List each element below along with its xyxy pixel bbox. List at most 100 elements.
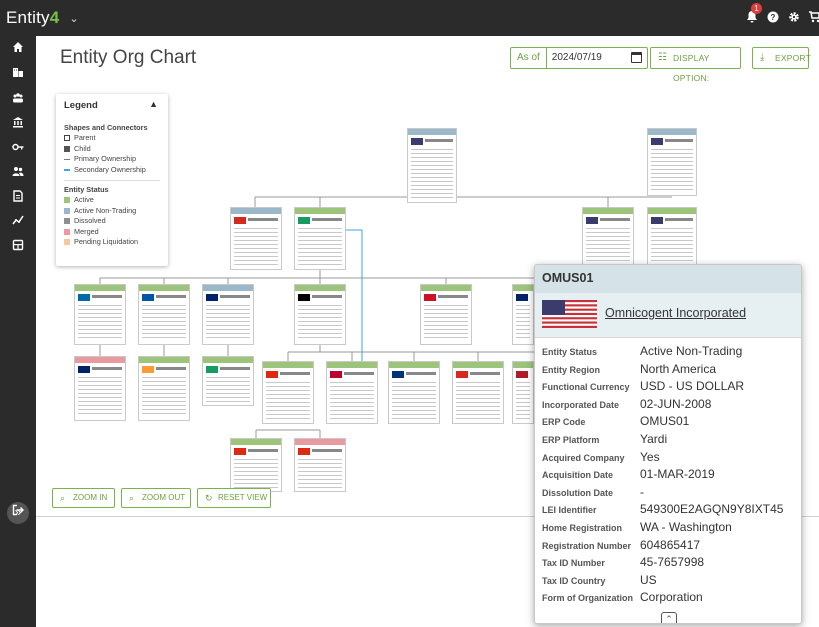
- legend-status-label: Pending Liquidation: [74, 237, 139, 246]
- popup-field-row: Tax ID Number 45-7657998: [542, 555, 801, 573]
- gear-icon[interactable]: [788, 11, 800, 26]
- key-icon[interactable]: [0, 141, 36, 156]
- logout-icon[interactable]: [0, 504, 36, 519]
- bell-icon[interactable]: 1: [746, 3, 762, 26]
- org-chart-node[interactable]: [512, 361, 534, 424]
- zoom-out-button[interactable]: ⌕ ZOOM OUT: [121, 488, 191, 508]
- brand-number: 4: [49, 8, 60, 27]
- popup-field-value: -: [640, 484, 644, 499]
- as-of-date-input[interactable]: 2024/07/19: [547, 48, 647, 68]
- people-icon[interactable]: [0, 165, 36, 180]
- brand-logo[interactable]: Entity4: [6, 8, 59, 28]
- popup-field-label: Incorporated Date: [542, 399, 620, 410]
- org-chart-node[interactable]: [262, 361, 314, 424]
- zoom-in-button[interactable]: ⌕ ZOOM IN: [52, 488, 115, 508]
- sliders-icon: ☷: [658, 52, 668, 63]
- help-icon[interactable]: ?: [767, 11, 779, 26]
- popup-field-value: 01-MAR-2019: [640, 467, 715, 482]
- popup-field-value: 02-JUN-2008: [640, 396, 712, 411]
- popup-entity-name-link[interactable]: Omnicogent Incorporated: [605, 306, 746, 320]
- org-chart-node[interactable]: [326, 361, 378, 424]
- org-chart-node[interactable]: [202, 284, 254, 345]
- node-details: [206, 377, 250, 402]
- node-status-bar: [453, 362, 503, 368]
- org-chart-node[interactable]: [407, 128, 457, 203]
- popup-field-value: 604865417: [640, 537, 701, 552]
- home-icon[interactable]: [0, 41, 36, 56]
- legend-status-item: Dissolved: [64, 216, 160, 227]
- node-name: [438, 295, 468, 298]
- node-flag-icon: [234, 448, 246, 455]
- org-chart-node[interactable]: [420, 284, 472, 345]
- org-chart-node[interactable]: [202, 356, 254, 406]
- node-status-bar: [139, 285, 189, 291]
- child-swatch-icon: [64, 145, 70, 152]
- node-status-bar: [389, 362, 439, 368]
- org-chart-node[interactable]: [230, 207, 282, 270]
- org-chart-node[interactable]: [512, 284, 534, 345]
- legend-status-item: Active: [64, 195, 160, 206]
- org-chart-node[interactable]: [138, 284, 190, 345]
- org-chart-node[interactable]: [647, 128, 697, 196]
- legend-status-label: Dissolved: [74, 216, 106, 225]
- org-chart-icon[interactable]: [0, 92, 36, 107]
- org-chart-node[interactable]: [294, 207, 346, 270]
- node-name: [92, 367, 122, 370]
- node-details: [392, 382, 436, 420]
- node-details: [78, 377, 122, 417]
- export-button[interactable]: ⤓ EXPORT: [752, 47, 811, 69]
- chevron-up-icon[interactable]: ▲: [149, 99, 158, 109]
- popup-field-value: WA - Washington: [640, 519, 732, 534]
- node-flag-icon: [586, 217, 598, 224]
- popup-field-label: ERP Platform: [542, 434, 600, 445]
- buildings-icon[interactable]: [0, 66, 36, 81]
- legend-child: Child: [64, 144, 160, 155]
- bank-icon[interactable]: [0, 116, 36, 131]
- node-status-bar: [648, 129, 696, 135]
- org-chart-node[interactable]: [230, 438, 282, 492]
- svg-text:?: ?: [771, 13, 776, 22]
- popup-field-label: Entity Status: [542, 347, 598, 357]
- popup-field-label: Dissolution Date: [542, 487, 614, 498]
- org-chart-node[interactable]: [388, 361, 440, 424]
- node-name: [312, 449, 342, 452]
- org-chart-node[interactable]: [647, 207, 697, 267]
- node-name: [406, 372, 436, 375]
- popup-field-label: Form of Organization: [542, 593, 633, 604]
- org-chart-node[interactable]: [294, 438, 346, 492]
- zoom-in-icon: ⌕: [60, 493, 66, 503]
- reset-view-button[interactable]: ↻ RESET VIEW: [197, 488, 271, 508]
- entity-detail-popup: OMUS01 Omnicogent Incorporated Entity St…: [534, 264, 802, 624]
- reset-icon: ↻: [205, 493, 213, 503]
- as-of-date-value: 2024/07/19: [551, 52, 602, 63]
- node-name: [312, 218, 342, 221]
- app-switcher-caret-icon[interactable]: ⌄: [69, 12, 78, 25]
- node-status-bar: [203, 357, 253, 363]
- analytics-icon[interactable]: [0, 214, 36, 229]
- popup-field-row: Functional Currency USD - US DOLLAR: [542, 379, 801, 397]
- node-name: [312, 295, 342, 298]
- legend-status-heading: Entity Status: [64, 185, 109, 194]
- node-name: [248, 218, 278, 221]
- org-chart-node[interactable]: [582, 207, 634, 270]
- download-icon: ⤓: [760, 52, 765, 63]
- legend-child-label: Child: [74, 143, 91, 153]
- document-icon[interactable]: [0, 190, 36, 205]
- as-of-date-picker[interactable]: As of 2024/07/19: [510, 47, 648, 69]
- expand-details-icon[interactable]: ⌃: [661, 612, 677, 623]
- top-icons: 1 ?: [746, 0, 819, 36]
- org-chart-node[interactable]: [294, 284, 346, 345]
- org-chart-node[interactable]: [138, 356, 190, 421]
- node-details: [298, 459, 342, 488]
- node-flag-icon: [78, 294, 90, 301]
- top-bar: Entity4 ⌄ 1 ?: [0, 0, 819, 36]
- cart-icon[interactable]: [809, 10, 819, 26]
- display-options-button[interactable]: ☷ DISPLAY OPTION:: [650, 47, 741, 83]
- org-chart-node[interactable]: [74, 284, 126, 345]
- org-chart-node[interactable]: [74, 356, 126, 421]
- status-swatch-icon: [64, 239, 70, 246]
- node-flag-icon: [392, 371, 404, 378]
- calendar-icon[interactable]: [630, 52, 642, 63]
- org-chart-node[interactable]: [452, 361, 504, 424]
- database-icon[interactable]: [0, 239, 36, 254]
